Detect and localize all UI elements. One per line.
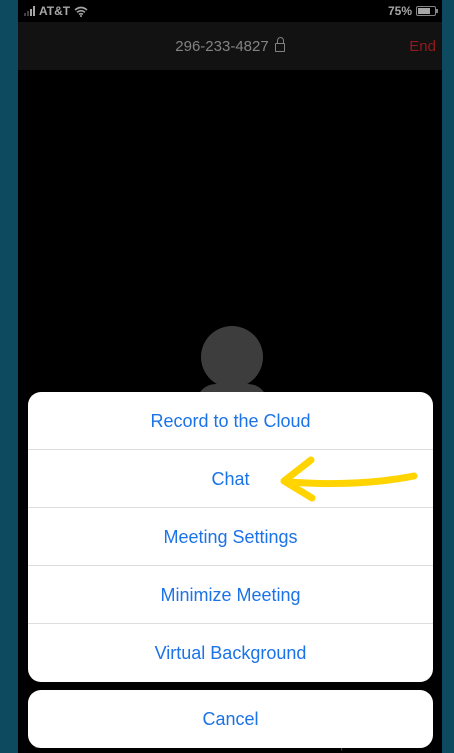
virtual-background-option[interactable]: Virtual Background bbox=[28, 624, 433, 682]
action-sheet: Record to the Cloud Chat Meeting Setting… bbox=[28, 392, 433, 682]
record-to-cloud-option[interactable]: Record to the Cloud bbox=[28, 392, 433, 450]
meeting-settings-option[interactable]: Meeting Settings bbox=[28, 508, 433, 566]
phone-screen: AT&T 75% 296-233-4827 End Join Audio Sta… bbox=[18, 0, 442, 753]
minimize-meeting-option[interactable]: Minimize Meeting bbox=[28, 566, 433, 624]
chat-option[interactable]: Chat bbox=[28, 450, 433, 508]
cancel-button[interactable]: Cancel bbox=[28, 690, 433, 748]
